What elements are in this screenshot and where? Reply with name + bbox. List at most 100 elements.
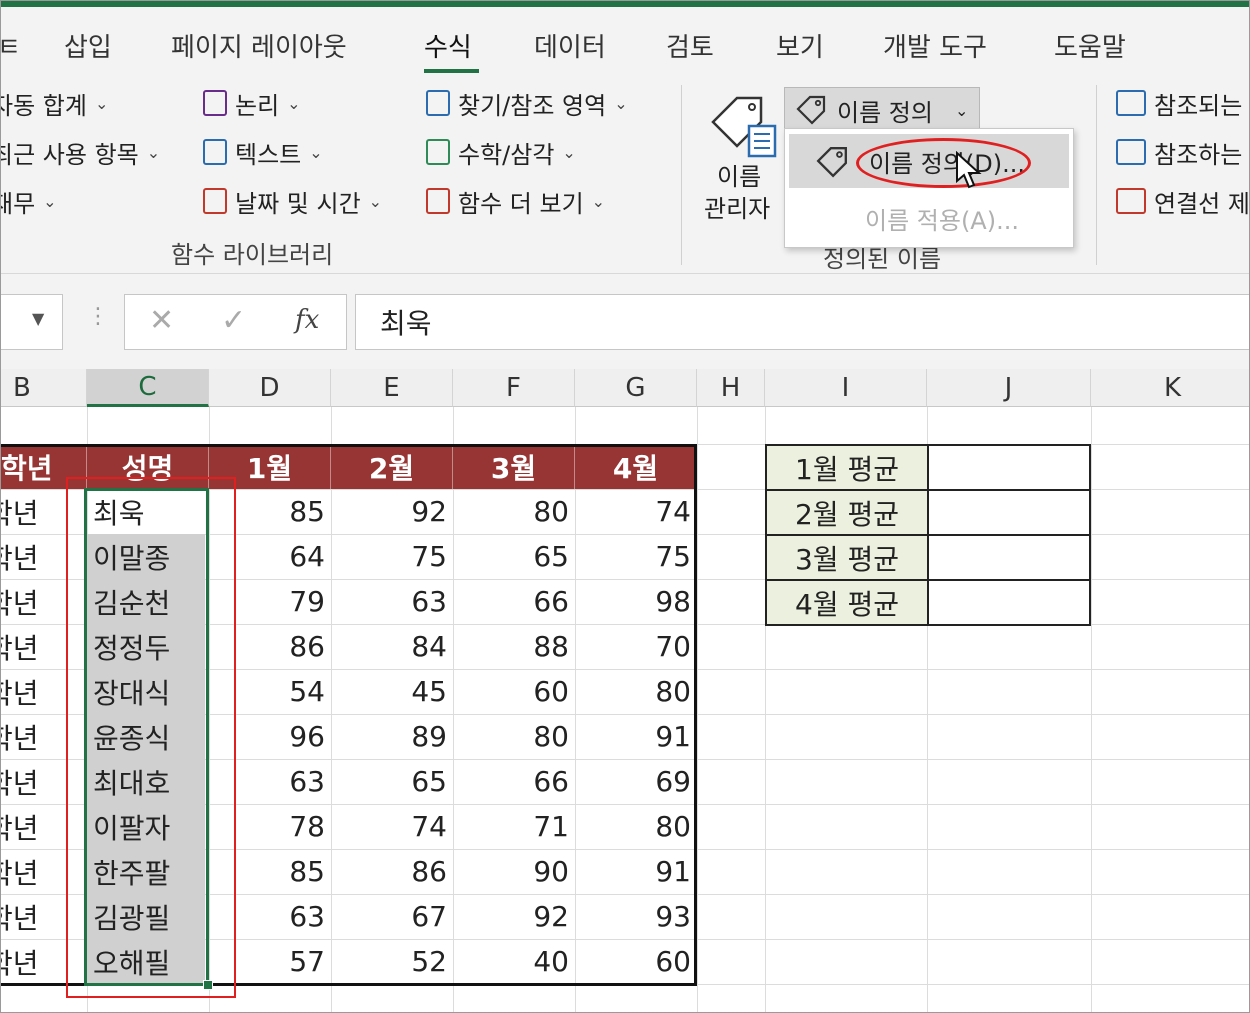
tab-data[interactable]: 데이터 [534,27,606,64]
table-cell[interactable]: 최욱 [87,489,205,534]
avg-label-apr[interactable]: 4월 평균 [765,579,929,626]
avg-label-mar[interactable]: 3월 평균 [765,534,929,581]
table-cell[interactable]: 69 [575,759,697,804]
tab-page-layout[interactable]: 페이지 레이아웃 [171,27,347,64]
autosum-button[interactable]: 자동 합계 ⌄ [1,85,108,121]
financial-button[interactable]: 재무 ⌄ [1,183,57,219]
table-cell[interactable]: 70 [575,624,697,669]
table-cell[interactable]: 85 [209,849,331,894]
enter-icon[interactable]: ✓ [221,303,246,338]
table-cell[interactable]: 한주팔 [87,849,205,894]
table-cell[interactable]: 74 [331,804,453,849]
table-cell[interactable]: 45 [331,669,453,714]
table-cell[interactable]: 63 [331,579,453,624]
col-header-e[interactable]: E [331,369,453,407]
table-cell[interactable]: 57 [209,939,331,984]
table-cell[interactable]: 학년 [1,849,73,894]
table-cell[interactable]: 정정두 [87,624,205,669]
tab-review[interactable]: 검토 [666,27,714,64]
logical-button[interactable]: 논리 ⌄ [203,85,301,121]
table-cell[interactable]: 65 [453,534,575,579]
col-header-g[interactable]: G [575,369,697,407]
table-cell[interactable]: 오해필 [87,939,205,984]
avg-label-feb[interactable]: 2월 평균 [765,489,929,536]
table-cell[interactable]: 79 [209,579,331,624]
col-header-d[interactable]: D [209,369,331,407]
menu-item-apply-name[interactable]: 이름 적용(A)... [785,191,1073,245]
table-cell[interactable]: 75 [575,534,697,579]
fill-handle[interactable] [203,980,213,990]
name-box[interactable]: ▼ [1,294,63,350]
header-name[interactable]: 성명 [87,444,209,489]
table-cell[interactable]: 이팔자 [87,804,205,849]
tab-insert[interactable]: 삽입 [64,27,112,64]
tab-developer[interactable]: 개발 도구 [883,27,987,64]
table-cell[interactable]: 김광필 [87,894,205,939]
table-cell[interactable]: 학년 [1,759,73,804]
tab-formulas[interactable]: 수식 [424,27,472,64]
table-cell[interactable]: 80 [453,714,575,759]
table-cell[interactable]: 86 [209,624,331,669]
col-header-h[interactable]: H [697,369,765,407]
table-cell[interactable]: 84 [331,624,453,669]
math-trig-button[interactable]: 수학/삼각 ⌄ [426,134,576,170]
table-cell[interactable]: 65 [331,759,453,804]
table-cell[interactable]: 학년 [1,894,73,939]
table-cell[interactable]: 학년 [1,579,73,624]
more-functions-button[interactable]: 함수 더 보기 ⌄ [426,183,605,219]
table-cell[interactable]: 98 [575,579,697,624]
header-grade[interactable]: 학년 [1,444,87,489]
avg-value-feb[interactable] [927,489,1091,536]
col-header-j[interactable]: J [927,369,1091,407]
trace-dependents-button[interactable]: 참조하는 [1116,134,1242,170]
col-header-f[interactable]: F [453,369,575,407]
table-cell[interactable]: 90 [453,849,575,894]
header-feb[interactable]: 2월 [331,444,453,489]
date-time-button[interactable]: 날짜 및 시간 ⌄ [203,183,382,219]
remove-arrows-button[interactable]: 연결선 제 [1116,183,1249,219]
table-cell[interactable]: 60 [453,669,575,714]
table-cell[interactable]: 60 [575,939,697,984]
table-cell[interactable]: 학년 [1,624,73,669]
name-manager-line1[interactable]: 이름 [717,157,761,192]
lookup-button[interactable]: 찾기/참조 영역 ⌄ [426,85,628,121]
table-cell[interactable]: 최대호 [87,759,205,804]
table-cell[interactable]: 40 [453,939,575,984]
table-cell[interactable]: 52 [331,939,453,984]
table-cell[interactable]: 91 [575,849,697,894]
col-header-i[interactable]: I [765,369,927,407]
table-cell[interactable]: 학년 [1,669,73,714]
table-cell[interactable]: 54 [209,669,331,714]
table-cell[interactable]: 80 [453,489,575,534]
table-cell[interactable]: 86 [331,849,453,894]
avg-value-jan[interactable] [927,444,1091,491]
recently-used-button[interactable]: 최근 사용 항목 ⌄ [1,134,160,170]
table-cell[interactable]: 92 [331,489,453,534]
tab-partial[interactable]: ㅌ [1,27,21,64]
trace-precedents-button[interactable]: 참조되는 [1116,85,1242,121]
table-cell[interactable]: 75 [331,534,453,579]
table-cell[interactable]: 74 [575,489,697,534]
table-cell[interactable]: 학년 [1,939,73,984]
table-cell[interactable]: 92 [453,894,575,939]
table-cell[interactable]: 63 [209,759,331,804]
avg-value-mar[interactable] [927,534,1091,581]
avg-value-apr[interactable] [927,579,1091,626]
table-cell[interactable]: 이말종 [87,534,205,579]
table-cell[interactable]: 장대식 [87,669,205,714]
table-cell[interactable]: 71 [453,804,575,849]
header-jan[interactable]: 1월 [209,444,331,489]
table-cell[interactable]: 89 [331,714,453,759]
table-cell[interactable]: 윤종식 [87,714,205,759]
table-cell[interactable]: 93 [575,894,697,939]
tab-view[interactable]: 보기 [776,27,824,64]
drag-handle-icon[interactable]: ⋮ [87,304,109,329]
table-cell[interactable]: 96 [209,714,331,759]
chevron-down-icon[interactable]: ▼ [32,309,44,328]
cancel-icon[interactable]: ✕ [149,303,174,338]
tab-help[interactable]: 도움말 [1054,27,1126,64]
table-cell[interactable]: 88 [453,624,575,669]
table-cell[interactable]: 66 [453,759,575,804]
col-header-b[interactable]: B [1,369,87,407]
table-cell[interactable]: 63 [209,894,331,939]
